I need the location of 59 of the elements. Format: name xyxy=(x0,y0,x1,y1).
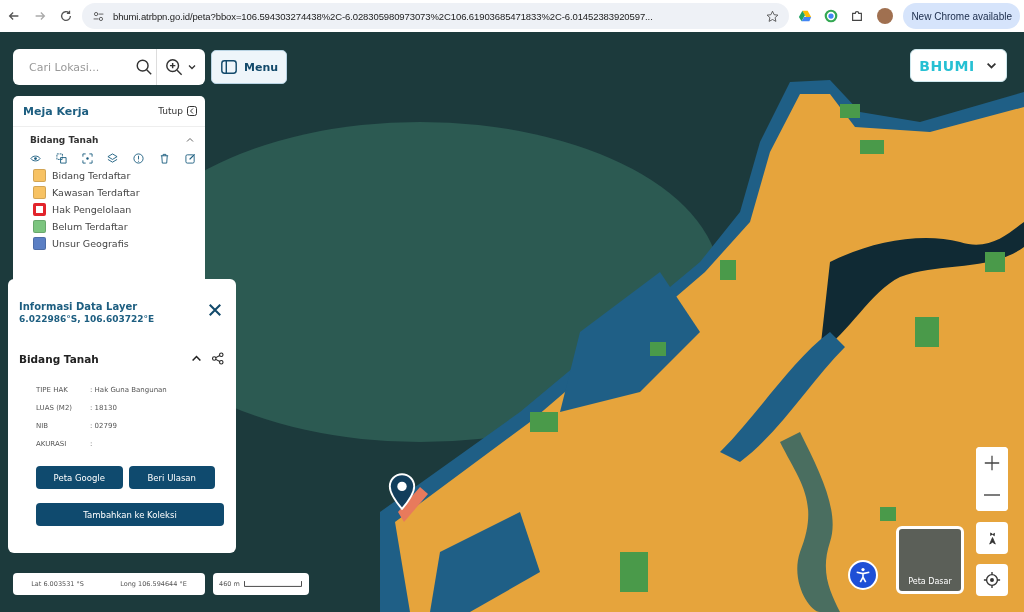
section-title: Bidang Tanah xyxy=(19,352,99,365)
legend-label: Kawasan Terdaftar xyxy=(52,187,140,198)
unregistered-parcel xyxy=(985,252,1005,272)
search-icon[interactable] xyxy=(135,58,153,76)
collapse-left-icon xyxy=(187,106,197,116)
legend-label: Belum Terdaftar xyxy=(52,221,128,232)
compass-button[interactable] xyxy=(976,522,1008,554)
unregistered-parcel xyxy=(720,260,736,280)
legend-label: Hak Pengelolaan xyxy=(52,204,132,215)
drive-icon[interactable] xyxy=(798,9,813,23)
sidebar-icon xyxy=(220,58,238,76)
close-icon[interactable] xyxy=(206,301,224,319)
info-icon[interactable] xyxy=(133,153,145,164)
locate-button[interactable] xyxy=(976,564,1008,596)
share-icon[interactable] xyxy=(211,352,224,365)
puzzle-icon[interactable] xyxy=(850,9,865,23)
chevron-down-icon xyxy=(187,62,197,72)
unregistered-parcel xyxy=(860,140,884,154)
copy-icon[interactable] xyxy=(55,153,67,164)
close-panel-button[interactable]: Tutup xyxy=(158,106,197,116)
unregistered-parcel xyxy=(530,412,558,432)
layer-name: Bidang Tanah xyxy=(30,135,99,145)
edit-icon[interactable] xyxy=(184,153,196,164)
unregistered-parcel xyxy=(650,342,666,356)
unregistered-parcel xyxy=(620,552,648,592)
update-button[interactable]: New Chrome available xyxy=(903,3,1020,29)
unregistered-parcel xyxy=(840,104,860,118)
bookmark-star-icon[interactable] xyxy=(766,9,780,23)
unregistered-parcel xyxy=(915,317,939,347)
scale-line-icon xyxy=(243,581,302,587)
address-bar[interactable]: bhumi.atrbpn.go.id/peta?bbox=106.594303274438%2C-6.028305980973073%2C106.61903685471833%2C-6.01452383920597... xyxy=(82,3,790,29)
trash-icon[interactable] xyxy=(159,153,171,164)
panel-title: Informasi Data Layer xyxy=(19,301,139,312)
back-arrow-icon[interactable] xyxy=(7,9,21,23)
coordinates-text: 6.022986°S, 106.603722°E xyxy=(19,314,155,324)
menu-button[interactable]: Menu xyxy=(211,50,288,84)
layers-icon[interactable] xyxy=(107,153,119,164)
minus-icon xyxy=(984,494,1000,496)
legend-label: Bidang Terdaftar xyxy=(52,170,131,181)
site-settings-icon[interactable] xyxy=(92,9,105,23)
visibility-eye-icon[interactable] xyxy=(30,153,41,164)
profile-avatar[interactable] xyxy=(877,8,894,24)
location-pin-icon xyxy=(387,473,417,511)
url-text: bhumi.atrbpn.go.id/peta?bbox=106.594303274438%2C-6.028305980973073%2C106.61903685471833%2C-6.01452383920597... xyxy=(113,10,654,22)
unregistered-parcel xyxy=(880,507,896,521)
extension-icon[interactable] xyxy=(824,9,839,23)
add-to-collection-button[interactable]: Tambahkan ke Koleksi xyxy=(36,503,224,526)
accessibility-person-icon xyxy=(854,566,872,584)
plus-icon xyxy=(983,454,1001,472)
review-button[interactable]: Beri Ulasan xyxy=(128,466,215,489)
google-maps-button[interactable]: Peta Google xyxy=(36,466,123,489)
focus-frame-icon[interactable] xyxy=(81,153,93,164)
reload-icon[interactable] xyxy=(59,9,73,23)
zoom-in-icon xyxy=(165,58,183,76)
panel-title: Meja Kerja xyxy=(23,104,89,118)
selected-parcel[interactable] xyxy=(398,487,428,522)
basemap-button[interactable]: Peta Dasar xyxy=(896,526,964,594)
legend-label: Unsur Geografis xyxy=(52,238,129,249)
target-icon xyxy=(983,571,1001,589)
